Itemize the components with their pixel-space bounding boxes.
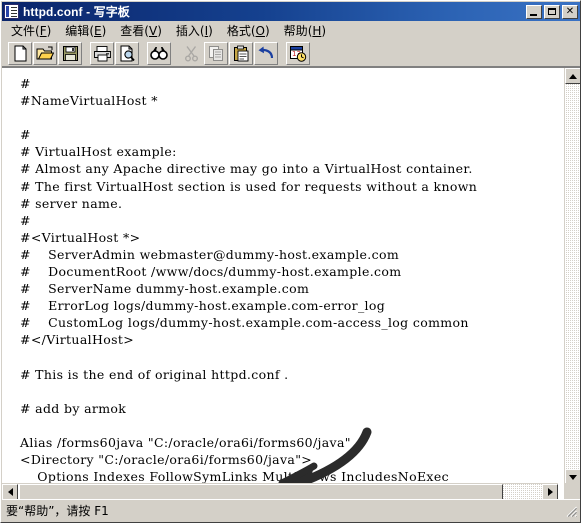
scroll-right-button[interactable] <box>542 484 558 499</box>
document-page[interactable]: # #NameVirtualHost * # # VirtualHost exa… <box>2 68 558 485</box>
menu-format[interactable]: 格式(O) <box>220 20 277 42</box>
scroll-left-button[interactable] <box>2 484 18 499</box>
print-preview-icon <box>120 45 135 61</box>
doc-line: # <box>20 212 31 228</box>
close-button[interactable]: ✕ <box>562 4 578 19</box>
doc-line: Alias /forms60java "C:/oracle/ora6i/form… <box>20 434 351 450</box>
status-bar: 要“帮助”，请按 F1 <box>2 499 580 521</box>
save-button[interactable] <box>58 41 82 65</box>
menu-insert-label: 插入 <box>175 23 200 38</box>
doc-line: <Directory "C:/oracle/ora6i/forms60/java… <box>20 452 313 468</box>
print-icon <box>93 45 111 61</box>
doc-line: # VirtualHost example: <box>20 144 177 160</box>
wordpad-document-icon <box>4 4 19 19</box>
horizontal-scrollbar[interactable] <box>2 483 558 499</box>
menu-edit-label: 编辑 <box>65 23 90 38</box>
print-preview-button[interactable] <box>115 41 139 65</box>
doc-line: # This is the end of original httpd.conf… <box>20 366 289 382</box>
menu-insert-mnemonic: I <box>204 23 209 38</box>
minimize-button[interactable] <box>526 4 542 19</box>
paste-button[interactable] <box>229 41 253 65</box>
copy-button[interactable] <box>204 41 228 65</box>
toolbar-separator-1 <box>83 42 90 65</box>
open-button[interactable] <box>33 41 57 65</box>
doc-line: # CustomLog logs/dummy-host.example.com-… <box>20 315 469 331</box>
toolbar-separator-3 <box>172 42 179 65</box>
menu-file-label: 文件 <box>11 23 36 38</box>
toolbar-separator-4 <box>279 42 286 65</box>
undo-button[interactable] <box>254 41 278 65</box>
menu-edit[interactable]: 编辑(E) <box>58 20 113 42</box>
triangle-up-icon <box>569 73 577 79</box>
status-text: 要“帮助”，请按 F1 <box>6 504 109 518</box>
menu-insert[interactable]: 插入(I) <box>169 20 220 42</box>
doc-line: # add by armok <box>20 400 127 416</box>
doc-line <box>20 109 558 126</box>
date-time-button[interactable]: 13 <box>286 41 310 65</box>
horizontal-scroll-thumb[interactable] <box>19 484 503 499</box>
window-controls: ✕ <box>526 4 578 19</box>
menu-view-mnemonic: V <box>148 23 158 38</box>
menu-help-mnemonic: H <box>312 23 322 38</box>
menu-view-label: 查看 <box>120 23 145 38</box>
doc-line: # ServerAdmin webmaster@dummy-host.examp… <box>20 246 400 262</box>
print-button[interactable] <box>90 41 114 65</box>
doc-line: # ErrorLog logs/dummy-host.example.com-e… <box>20 298 386 314</box>
doc-line: #NameVirtualHost * <box>20 93 158 109</box>
menu-format-mnemonic: O <box>255 23 265 38</box>
triangle-left-icon <box>7 488 13 496</box>
copy-icon <box>208 45 223 61</box>
find-button[interactable] <box>147 41 171 65</box>
doc-line <box>20 349 558 366</box>
scrollbar-corner <box>564 483 580 499</box>
triangle-down-icon <box>569 474 577 480</box>
doc-line: # server name. <box>20 195 123 211</box>
doc-line: #<VirtualHost *> <box>20 229 141 245</box>
vertical-scrollbar[interactable] <box>564 68 580 485</box>
undo-icon <box>258 46 274 58</box>
doc-line <box>20 383 558 400</box>
resize-grip-icon[interactable] <box>564 504 578 518</box>
wordpad-window: httpd.conf - 写字板 ✕ 文件(F) 编辑(E) 查看(V) 插入(… <box>0 0 581 523</box>
cut-button[interactable] <box>179 42 203 65</box>
toolbar: 13 <box>2 40 580 67</box>
menu-edit-mnemonic: E <box>94 23 102 38</box>
doc-line: #</VirtualHost> <box>20 332 135 348</box>
menu-view[interactable]: 查看(V) <box>113 20 169 42</box>
close-icon: ✕ <box>565 5 575 17</box>
save-icon <box>62 45 78 61</box>
menu-help[interactable]: 帮助(H) <box>277 20 333 42</box>
maximize-button[interactable] <box>544 4 560 19</box>
scroll-up-button[interactable] <box>565 68 580 84</box>
find-icon <box>150 46 168 60</box>
triangle-right-icon <box>547 488 553 496</box>
doc-line: # DocumentRoot /www/docs/dummy-host.exam… <box>20 264 402 280</box>
paste-icon <box>233 45 248 61</box>
title-bar[interactable]: httpd.conf - 写字板 ✕ <box>2 2 580 21</box>
new-icon <box>14 45 26 61</box>
menu-file-mnemonic: F <box>39 23 47 38</box>
cut-icon <box>184 45 198 61</box>
toolbar-separator-2 <box>140 42 147 65</box>
menu-bar: 文件(F) 编辑(E) 查看(V) 插入(I) 格式(O) 帮助(H) <box>2 21 580 40</box>
window-title: httpd.conf - 写字板 <box>23 5 130 19</box>
date-time-icon: 13 <box>290 45 307 62</box>
open-icon <box>36 46 54 59</box>
doc-line: # <box>20 76 31 91</box>
doc-line: # <box>20 127 31 143</box>
doc-line: # ServerName dummy-host.example.com <box>20 281 310 297</box>
menu-help-label: 帮助 <box>283 23 308 38</box>
menu-file[interactable]: 文件(F) <box>4 20 58 42</box>
document-editor[interactable]: # #NameVirtualHost * # # VirtualHost exa… <box>2 67 580 499</box>
doc-line: # Almost any Apache directive may go int… <box>20 161 473 177</box>
menu-format-label: 格式 <box>226 23 251 38</box>
doc-line <box>20 417 558 434</box>
doc-line: # The first VirtualHost section is used … <box>20 178 478 194</box>
new-button[interactable] <box>8 41 32 65</box>
